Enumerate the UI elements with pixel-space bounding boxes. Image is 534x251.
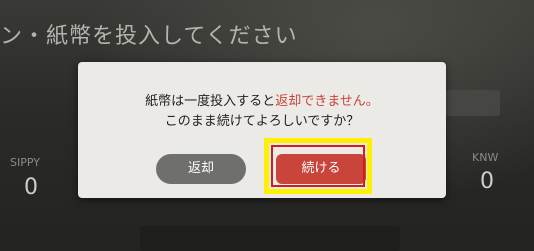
background-bottom-bar	[140, 226, 400, 251]
return-button[interactable]: 返却	[156, 154, 246, 184]
message-prefix: 紙幣は一度投入すると	[145, 94, 276, 109]
background-instruction-heading: ン・紙幣を投入してください	[0, 24, 298, 49]
background-right-value: 0	[480, 169, 494, 194]
message-warning: 返却できません。	[275, 94, 379, 109]
background-chip	[440, 90, 500, 116]
continue-button[interactable]: 続ける	[276, 154, 366, 184]
dialog-message-line2: このまま続けてよろしいですか？	[164, 114, 360, 129]
confirm-dialog: 紙幣は一度投入すると返却できません。 このまま続けてよろしいですか？ 返却 続け…	[78, 62, 446, 198]
background-left-label: SIPPY	[10, 156, 40, 169]
dialog-message-line1: 紙幣は一度投入すると返却できません。	[78, 92, 446, 112]
background-right-label: KNW	[472, 151, 499, 164]
background-left-value: 0	[24, 175, 38, 200]
